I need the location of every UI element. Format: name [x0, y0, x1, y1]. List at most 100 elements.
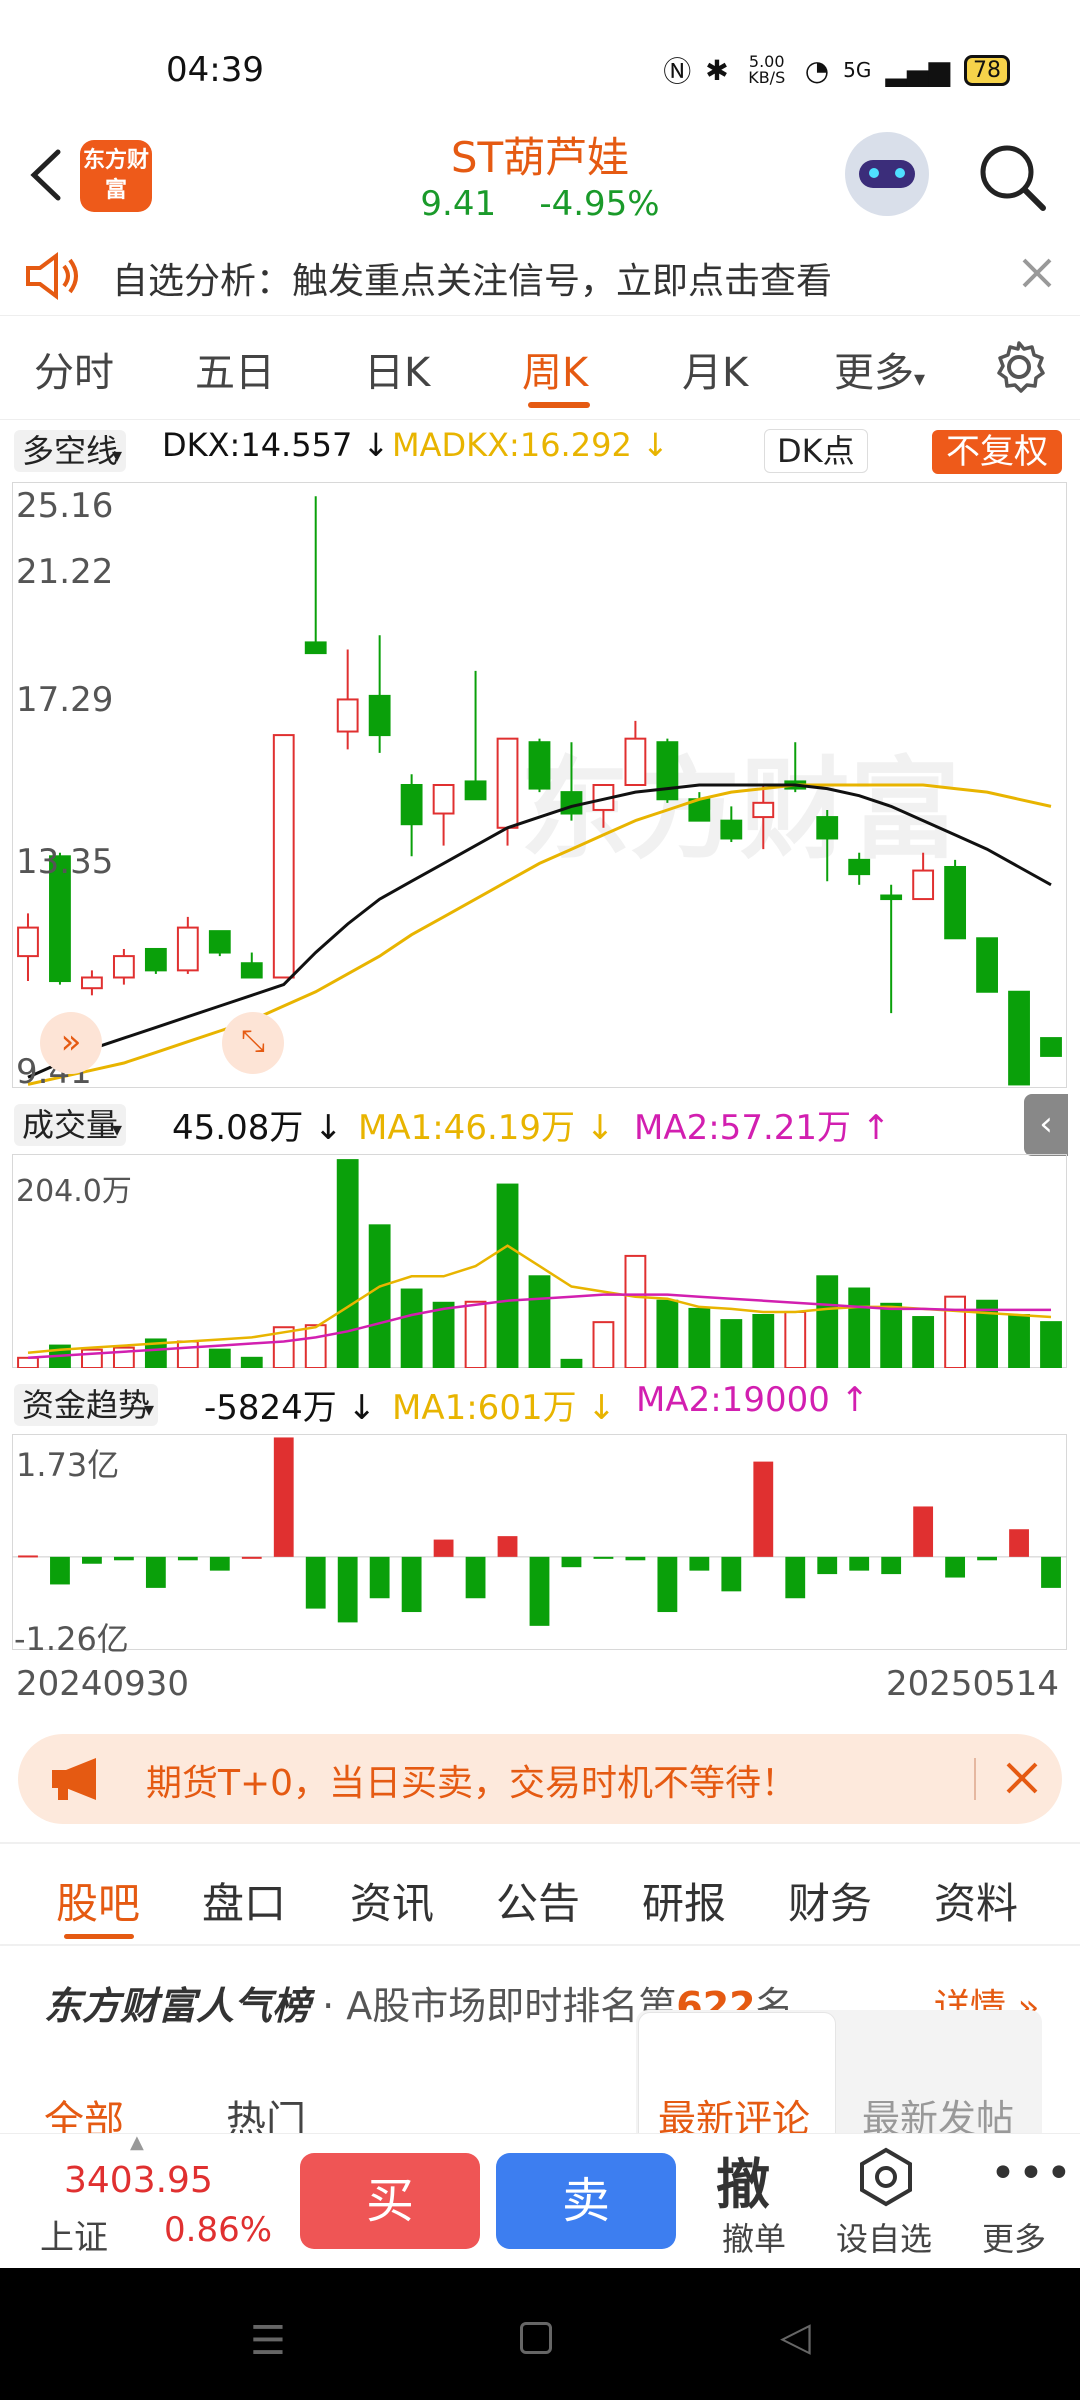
cancel-order-icon[interactable]: 撤	[716, 2140, 770, 2219]
add-watchlist-icon[interactable]	[856, 2146, 916, 2208]
candle-body	[848, 858, 871, 876]
back-nav-icon[interactable]: ◁	[780, 2314, 811, 2360]
volume-ma2-text: MA2:57.21万	[634, 1108, 852, 1148]
close-icon[interactable]	[1020, 256, 1054, 290]
volume-bar	[528, 1275, 551, 1368]
chevron-down-icon: ▾	[112, 443, 123, 467]
fund-bar	[561, 1556, 582, 1568]
candle-body	[336, 698, 359, 733]
collapse-panel-icon[interactable]: ‹	[1024, 1094, 1068, 1156]
indicator-select[interactable]: 多空线▾	[14, 426, 136, 472]
bluetooth-icon: ✱	[705, 53, 729, 87]
stock-name[interactable]: ST葫芦娃	[340, 124, 740, 185]
menu-icon[interactable]: ☰	[250, 2318, 286, 2364]
volume-bar	[592, 1321, 615, 1368]
date-end: 20250514	[886, 1664, 1060, 1704]
home-icon[interactable]	[520, 2322, 552, 2354]
fullscreen-icon[interactable]: ⤡	[222, 1012, 284, 1074]
tab-order-book[interactable]: 盘口	[202, 1870, 286, 1931]
fund-chart[interactable]	[12, 1434, 1067, 1650]
chevron-up-icon[interactable]: ▲	[130, 2132, 144, 2153]
indicator-name: 多空线	[14, 430, 127, 472]
volume-bar	[464, 1300, 487, 1368]
volume-chart[interactable]	[12, 1154, 1067, 1368]
candle-body	[432, 784, 455, 815]
volume-bar	[848, 1287, 871, 1368]
date-start: 20240930	[16, 1664, 190, 1704]
tab-five-day[interactable]: 五日	[195, 340, 275, 398]
fund-bar	[82, 1556, 102, 1564]
back-icon[interactable]	[20, 140, 80, 210]
fund-name: 资金趋势	[14, 1384, 159, 1426]
stock-price-line: 9.41 -4.95%	[340, 184, 740, 224]
dkx-value: DKX:14.557 ↓	[162, 426, 390, 464]
signal-icon: ▂▄▆	[885, 53, 950, 87]
settings-gear-icon[interactable]	[990, 338, 1048, 396]
fund-bar	[529, 1556, 550, 1626]
fund-indicator-select[interactable]: 资金趋势▾	[14, 1380, 168, 1426]
cancel-order-label[interactable]: 撤单	[722, 2214, 786, 2260]
tab-more[interactable]: 更多▾	[834, 340, 925, 398]
fund-bar	[849, 1556, 870, 1571]
price-axis-label: 17.29	[16, 680, 114, 720]
tab-intraday[interactable]: 分时	[34, 340, 114, 398]
stock-price: 9.41	[420, 184, 497, 224]
fund-bar	[977, 1556, 997, 1561]
fund-bar	[241, 1556, 262, 1559]
dk-point-button[interactable]: DK点	[764, 426, 868, 473]
add-watchlist-label[interactable]: 设自选	[836, 2214, 932, 2260]
volume-bar	[560, 1358, 583, 1368]
volume-bar	[176, 1340, 199, 1368]
volume-name: 成交量	[14, 1104, 127, 1146]
fund-bar	[657, 1556, 678, 1613]
more-label[interactable]: 更多	[982, 2214, 1046, 2260]
volume-indicator-select[interactable]: 成交量▾	[14, 1100, 136, 1146]
kline-chart[interactable]	[12, 482, 1067, 1088]
expand-left-icon[interactable]: »	[40, 1012, 102, 1074]
tab-finance[interactable]: 财务	[788, 1870, 872, 1931]
fund-bar	[113, 1556, 134, 1561]
tab-active-indicator	[64, 1934, 134, 1939]
volume-bar	[784, 1310, 807, 1368]
candle-body	[368, 694, 391, 737]
system-nav-bar: ☰ ◁	[0, 2268, 1080, 2400]
more-dots-icon[interactable]: •••	[990, 2148, 1074, 2199]
candle-body	[112, 955, 135, 979]
tab-profile[interactable]: 资料	[934, 1870, 1018, 1931]
notice-bar[interactable]: 自选分析：触发重点关注信号，立即点击查看	[0, 236, 1080, 316]
tab-daily-k[interactable]: 日K	[364, 340, 430, 398]
adjust-label: 不复权	[932, 430, 1062, 474]
volume-bar	[656, 1299, 679, 1368]
tab-news[interactable]: 资讯	[350, 1870, 434, 1931]
search-icon[interactable]	[975, 140, 1049, 214]
status-time: 04:39	[166, 50, 264, 90]
candle-body	[1040, 1037, 1062, 1057]
fund-bar	[145, 1556, 166, 1588]
tab-research[interactable]: 研报	[642, 1870, 726, 1931]
candle-body	[272, 734, 295, 979]
fund-ma2-text: MA2:19000	[636, 1380, 830, 1420]
status-bar: 04:39 Ⓝ ✱ 5.00 KB/S ◔ 5G ▂▄▆ 78	[0, 0, 1080, 130]
fund-bar	[881, 1556, 902, 1575]
close-icon[interactable]	[1004, 1760, 1040, 1796]
adjust-button[interactable]: 不复权	[932, 424, 1062, 474]
fund-bar	[753, 1461, 774, 1557]
tab-weekly-k[interactable]: 周K	[522, 340, 588, 398]
volume-ma1-text: MA1:46.19万	[358, 1108, 576, 1148]
tab-guba[interactable]: 股吧	[56, 1870, 140, 1931]
divider	[974, 1758, 976, 1800]
fund-bar	[785, 1556, 806, 1599]
ad-banner[interactable]: 期货T+0，当日买卖，交易时机不等待！	[18, 1734, 1062, 1824]
sell-button[interactable]: 卖	[496, 2153, 676, 2249]
tab-active-indicator	[528, 402, 590, 408]
megaphone-icon	[52, 1758, 96, 1800]
net-speed: 5.00 KB/S	[748, 52, 786, 87]
fund-bar	[1009, 1529, 1029, 1557]
robot-assistant-icon[interactable]	[845, 132, 929, 216]
candle-body	[1008, 990, 1030, 1086]
tab-announcements[interactable]: 公告	[496, 1870, 580, 1931]
tab-monthly-k[interactable]: 月K	[682, 340, 748, 398]
candle-body	[752, 801, 775, 819]
fund-bar	[18, 1555, 38, 1558]
buy-button[interactable]: 买	[300, 2153, 480, 2249]
